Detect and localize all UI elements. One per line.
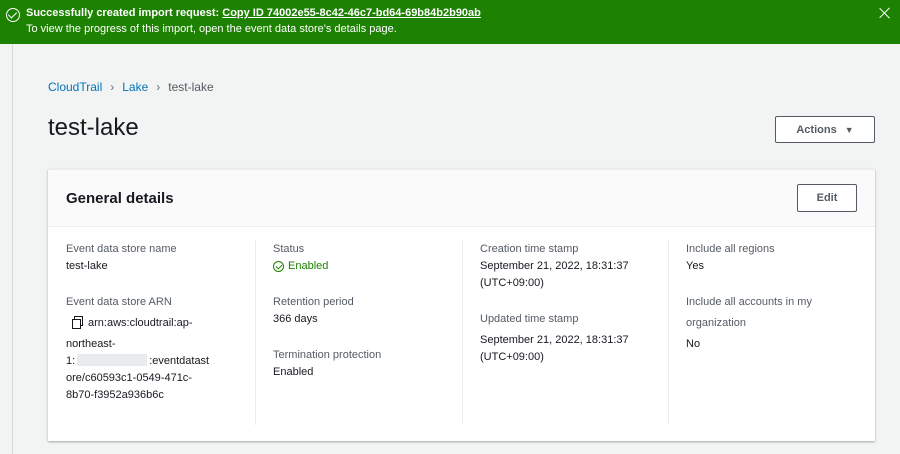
general-details-panel: General details Edit Event data store na… [48, 169, 875, 441]
store-arn-line4: ore/c60593c1-0549-471c- [66, 372, 192, 384]
creation-label: Creation time stamp [480, 243, 579, 255]
chevron-right-icon: › [110, 80, 115, 94]
copy-id-link[interactable]: Copy ID 74002e55-8c42-46c7-bd64-69b84b2b… [222, 7, 481, 19]
termination-value: Enabled [273, 366, 314, 378]
panel-header: General details Edit [48, 170, 875, 227]
store-name-value: test-lake [66, 260, 108, 272]
panel-title: General details [66, 190, 174, 207]
details-column-3: Creation time stamp September 21, 2022, … [480, 241, 670, 366]
accounts-label-line2: organization [686, 317, 746, 329]
store-arn-line2: northeast- [66, 338, 116, 350]
status-check-icon [273, 261, 284, 272]
updated-value: September 21, 2022, 18:31:37 [480, 334, 629, 346]
details-column-4: Include all regions Yes Include all acco… [686, 241, 866, 353]
details-column-1: Event data store name test-lake Event da… [66, 241, 246, 404]
breadcrumb-current: test-lake [168, 80, 214, 94]
updated-label: Updated time stamp [480, 313, 579, 325]
column-divider [668, 240, 669, 425]
edit-button[interactable]: Edit [797, 184, 857, 212]
breadcrumb-cloudtrail[interactable]: CloudTrail [48, 80, 102, 94]
flash-title: Successfully created import request: [26, 7, 220, 19]
store-arn-line3: 1::eventdatast [66, 354, 210, 367]
breadcrumb-lake[interactable]: Lake [122, 80, 148, 94]
nav-divider [12, 44, 13, 454]
creation-value: September 21, 2022, 18:31:37 [480, 260, 629, 272]
copy-icon[interactable] [72, 316, 83, 329]
success-check-icon [6, 8, 20, 22]
close-icon[interactable] [878, 6, 892, 20]
termination-label: Termination protection [273, 349, 382, 361]
status-value: Enabled [273, 258, 453, 275]
redacted-account-id [77, 354, 148, 366]
retention-label: Retention period [273, 296, 354, 308]
flash-message: To view the progress of this import, ope… [26, 23, 397, 35]
retention-value: 366 days [273, 313, 318, 325]
store-arn-line5: 8b70-f3952a936b6c [66, 389, 164, 401]
details-column-2: Status Enabled Retention period 366 days… [273, 241, 453, 381]
accounts-label-line1: Include all accounts in my [686, 296, 812, 308]
actions-label: Actions [796, 123, 837, 136]
store-arn-line1: arn:aws:cloudtrail:ap- [66, 315, 246, 332]
store-arn-label: Event data store ARN [66, 296, 172, 308]
regions-label: Include all regions [686, 243, 775, 255]
caret-down-icon: ▼ [844, 124, 854, 135]
column-divider [255, 240, 256, 425]
creation-tz: (UTC+09:00) [480, 277, 544, 289]
status-label: Status [273, 243, 305, 255]
regions-value: Yes [686, 260, 704, 272]
page-title: test-lake [48, 114, 139, 141]
breadcrumb: CloudTrail › Lake › test-lake [48, 80, 214, 94]
chevron-right-icon: › [156, 80, 161, 94]
accounts-value: No [686, 338, 701, 350]
column-divider [462, 240, 463, 425]
store-name-label: Event data store name [66, 243, 177, 255]
success-flashbar: Successfully created import request: Cop… [0, 0, 900, 44]
updated-tz: (UTC+09:00) [480, 351, 544, 363]
actions-button[interactable]: Actions ▼ [775, 116, 875, 143]
